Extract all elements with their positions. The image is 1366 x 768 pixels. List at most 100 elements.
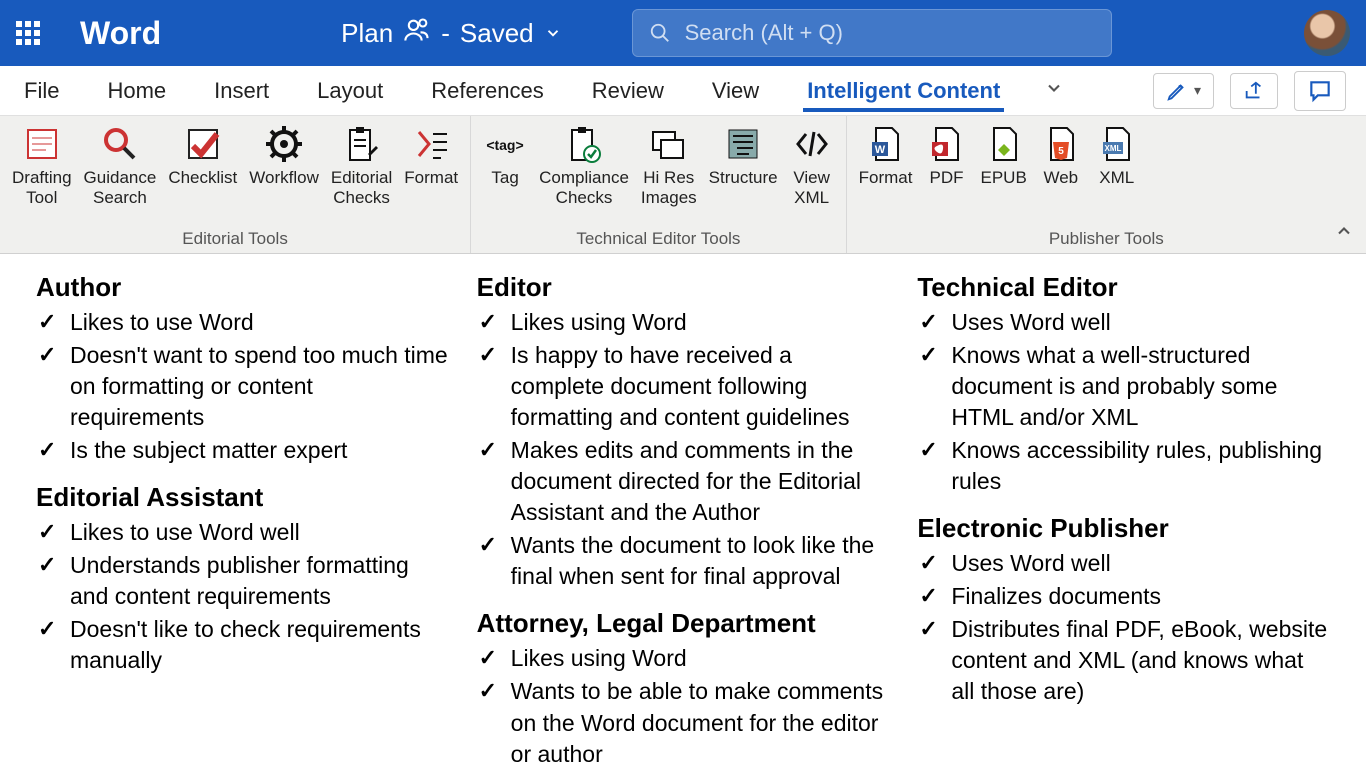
ribbon-item-label: PDF <box>929 168 963 188</box>
workflow-button[interactable]: Workflow <box>245 120 323 190</box>
format-icon <box>409 122 453 166</box>
ribbon-group-publisher-tools: W Format PDF EPUB 5 Web XML XML Publishe… <box>847 116 1366 253</box>
dash-separator: - <box>441 18 450 49</box>
tab-view[interactable]: View <box>708 70 763 112</box>
web-button[interactable]: 5 Web <box>1035 120 1087 190</box>
ribbon-item-label: EPUB <box>980 168 1026 188</box>
list-item: Is happy to have received a complete doc… <box>477 340 890 433</box>
section-heading: Technical Editor <box>917 272 1330 303</box>
tab-home[interactable]: Home <box>103 70 170 112</box>
section-heading: Attorney, Legal Department <box>477 608 890 639</box>
ribbon-group-technical-editor-tools: <tag> Tag Compliance Checks Hi Res Image… <box>471 116 847 253</box>
tag-button[interactable]: <tag> Tag <box>479 120 531 190</box>
app-name: Word <box>80 15 161 52</box>
checklist: Likes using Word Is happy to have receiv… <box>477 307 890 592</box>
comment-icon <box>1307 78 1333 104</box>
search-box[interactable]: Search (Alt + Q) <box>632 9 1112 57</box>
title-bar: Word Plan - Saved Search (Alt + Q) <box>0 0 1366 66</box>
svg-text:5: 5 <box>1058 146 1064 157</box>
ribbon-item-label: View XML <box>793 168 830 209</box>
tab-layout[interactable]: Layout <box>313 70 387 112</box>
document-canvas[interactable]: Author Likes to use Word Doesn't want to… <box>0 254 1366 768</box>
collapse-ribbon-icon[interactable] <box>1334 221 1354 247</box>
section-heading: Electronic Publisher <box>917 513 1330 544</box>
ribbon-item-label: Format <box>404 168 458 188</box>
ribbon-item-label: Tag <box>491 168 518 188</box>
tab-intelligent-content[interactable]: Intelligent Content <box>803 70 1004 112</box>
html5-file-icon: 5 <box>1039 122 1083 166</box>
document-column-3: Technical Editor Uses Word well Knows wh… <box>917 272 1330 750</box>
editorial-checks-button[interactable]: Editorial Checks <box>327 120 396 211</box>
ribbon-item-label: Guidance Search <box>84 168 157 209</box>
ribbon-item-label: XML <box>1099 168 1134 188</box>
tab-insert[interactable]: Insert <box>210 70 273 112</box>
magnifier-icon <box>98 122 142 166</box>
list-item: Distributes final PDF, eBook, website co… <box>917 614 1330 707</box>
ribbon-item-label: Drafting Tool <box>12 168 72 209</box>
share-icon <box>1243 80 1265 102</box>
list-item: Likes using Word <box>477 307 890 338</box>
app-launcher-icon[interactable] <box>16 21 40 45</box>
ribbon-item-label: Checklist <box>168 168 237 188</box>
editing-mode-button[interactable]: ▾ <box>1153 73 1214 109</box>
svg-text:W: W <box>874 144 885 156</box>
ribbon-group-editorial-tools: Drafting Tool Guidance Search Checklist … <box>0 116 471 253</box>
list-item: Understands publisher formatting and con… <box>36 550 449 612</box>
user-avatar[interactable] <box>1304 10 1350 56</box>
ribbon-item-label: Structure <box>709 168 778 188</box>
list-item: Knows accessibility rules, publishing ru… <box>917 435 1330 497</box>
comments-button[interactable] <box>1294 71 1346 111</box>
structure-button[interactable]: Structure <box>705 120 782 190</box>
checklist: Likes using Word Wants to be able to mak… <box>477 643 890 768</box>
ribbon-item-label: Hi Res Images <box>641 168 697 209</box>
epub-button[interactable]: EPUB <box>976 120 1030 190</box>
list-item: Wants the document to look like the fina… <box>477 530 890 592</box>
ribbon-group-label: Editorial Tools <box>8 227 462 253</box>
clipboard-edit-icon <box>340 122 384 166</box>
list-item: Likes to use Word well <box>36 517 449 548</box>
pdf-file-icon <box>924 122 968 166</box>
ribbon: Drafting Tool Guidance Search Checklist … <box>0 116 1366 254</box>
code-icon <box>790 122 834 166</box>
list-item: Makes edits and comments in the document… <box>477 435 890 528</box>
list-item: Likes to use Word <box>36 307 449 338</box>
search-placeholder: Search (Alt + Q) <box>685 20 843 46</box>
ribbon-group-label: Publisher Tools <box>855 227 1358 253</box>
guidance-search-button[interactable]: Guidance Search <box>80 120 161 211</box>
ribbon-group-label: Technical Editor Tools <box>479 227 838 253</box>
ribbon-item-label: Editorial Checks <box>331 168 392 209</box>
tab-references[interactable]: References <box>427 70 548 112</box>
xml-file-icon: XML <box>1095 122 1139 166</box>
drafting-tool-button[interactable]: Drafting Tool <box>8 120 76 211</box>
document-column-2: Editor Likes using Word Is happy to have… <box>477 272 890 750</box>
chevron-down-icon <box>544 18 562 49</box>
clipboard-check-icon <box>562 122 606 166</box>
tab-file[interactable]: File <box>20 70 63 112</box>
xml-button[interactable]: XML XML <box>1091 120 1143 190</box>
document-status[interactable]: Plan - Saved <box>341 16 561 51</box>
ribbon-item-label: Compliance Checks <box>539 168 629 209</box>
document-column-1: Author Likes to use Word Doesn't want to… <box>36 272 449 750</box>
share-button[interactable] <box>1230 73 1278 109</box>
tag-icon: <tag> <box>483 122 527 166</box>
hires-images-button[interactable]: Hi Res Images <box>637 120 701 211</box>
format-button[interactable]: Format <box>400 120 462 190</box>
tab-review[interactable]: Review <box>588 70 668 112</box>
pdf-button[interactable]: PDF <box>920 120 972 190</box>
word-file-icon: W <box>864 122 908 166</box>
checklist-button[interactable]: Checklist <box>164 120 241 190</box>
structure-icon <box>721 122 765 166</box>
checklist: Uses Word well Finalizes documents Distr… <box>917 548 1330 707</box>
section-heading: Editor <box>477 272 890 303</box>
view-xml-button[interactable]: View XML <box>786 120 838 211</box>
search-icon <box>649 22 671 44</box>
checklist-icon <box>181 122 225 166</box>
people-icon <box>403 16 431 51</box>
ribbon-item-label: Format <box>859 168 913 188</box>
format-publisher-button[interactable]: W Format <box>855 120 917 190</box>
tabs-overflow-chevron-icon[interactable] <box>1044 78 1064 104</box>
compliance-checks-button[interactable]: Compliance Checks <box>535 120 633 211</box>
list-item: Doesn't like to check requirements manua… <box>36 614 449 676</box>
list-item: Wants to be able to make comments on the… <box>477 676 890 768</box>
epub-file-icon <box>982 122 1026 166</box>
